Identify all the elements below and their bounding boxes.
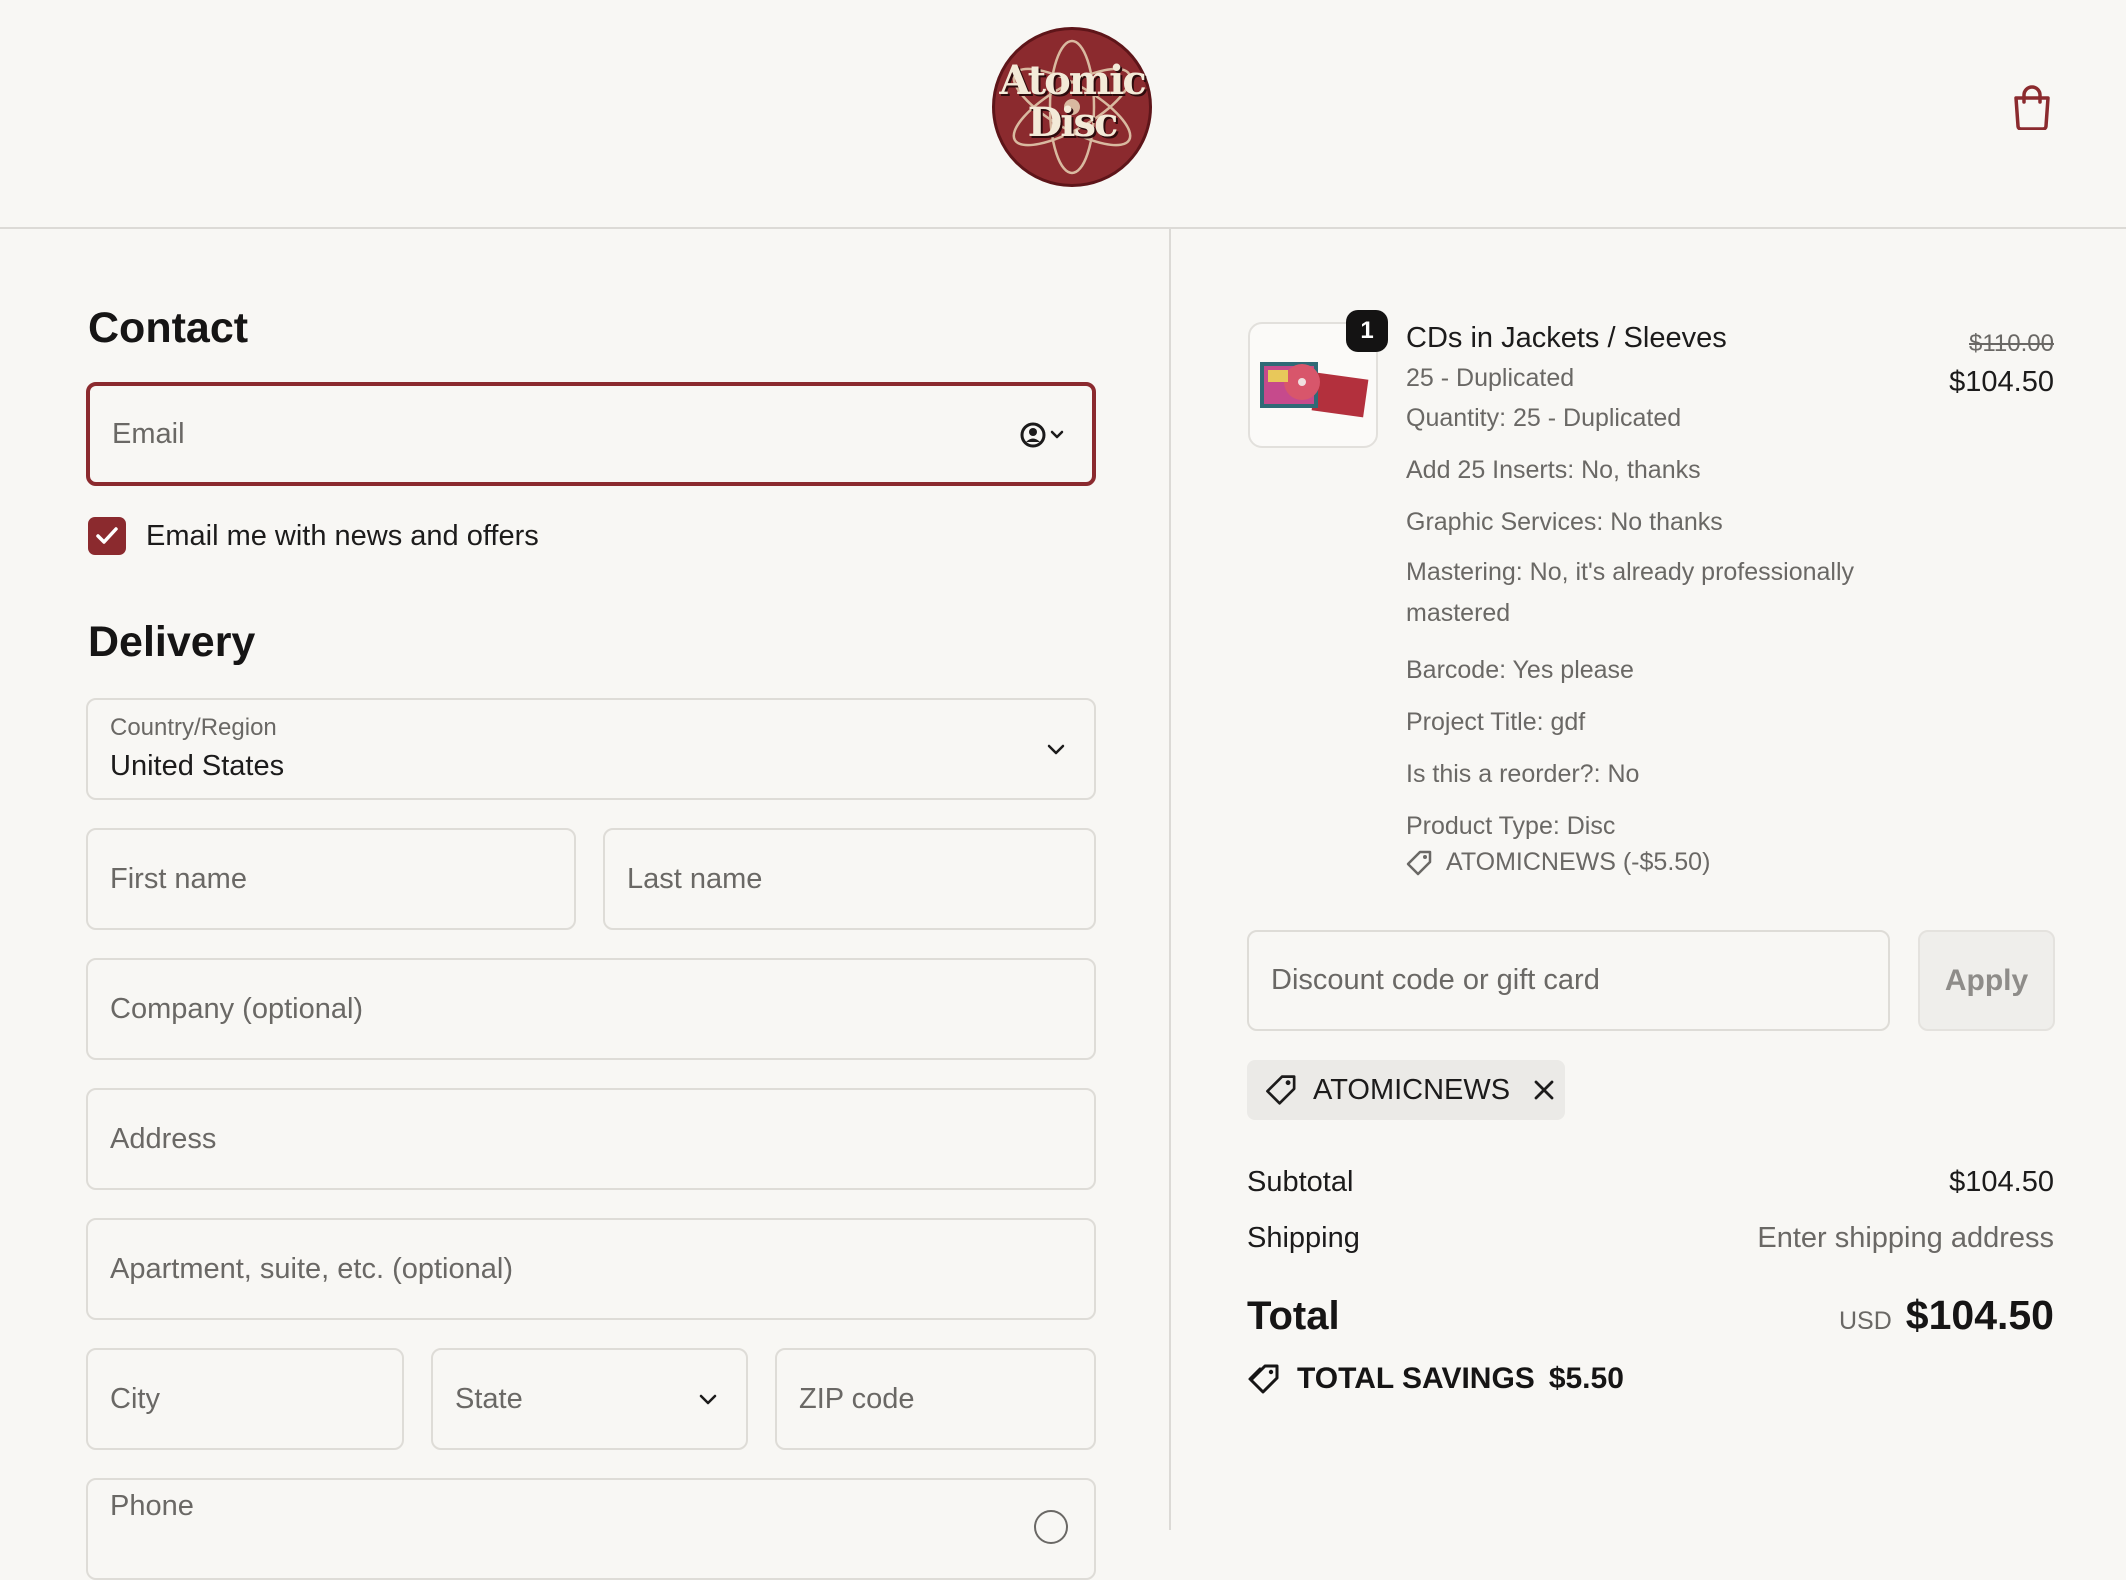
product-variant: 25 - Duplicated [1406, 364, 1575, 392]
chevron-down-icon [1047, 744, 1065, 755]
discount-code-input[interactable]: Discount code or gift card [1247, 930, 1890, 1031]
apply-discount-button[interactable]: Apply [1918, 930, 2055, 1031]
email-placeholder: Email [112, 417, 185, 450]
chevron-down-icon [699, 1394, 717, 1405]
last-name-placeholder: Last name [627, 862, 763, 895]
total-amount: USD $104.50 [1839, 1292, 2054, 1339]
shipping-value: Enter shipping address [1757, 1222, 2054, 1254]
help-icon[interactable] [1034, 1510, 1068, 1544]
checkmark-icon [96, 527, 118, 544]
email-field[interactable]: Email [86, 382, 1096, 486]
subtotal-label: Subtotal [1247, 1166, 1354, 1198]
total-currency: USD [1838, 1307, 1892, 1335]
savings-tags-icon [1248, 1364, 1279, 1394]
product-option: Product Type: Disc [1406, 812, 1616, 840]
applied-discount-chip: ATOMICNEWS [1247, 1060, 1565, 1120]
first-name-field[interactable]: First name [86, 828, 576, 930]
country-value: United States [110, 750, 285, 782]
remove-discount-icon[interactable] [1532, 1078, 1556, 1102]
total-label: Total [1247, 1294, 1340, 1338]
item-discount-text: ATOMICNEWS (-$5.50) [1446, 848, 1711, 876]
state-select[interactable]: State [431, 1348, 748, 1450]
delivery-heading: Delivery [88, 618, 256, 666]
zip-code-placeholder: ZIP code [799, 1382, 915, 1415]
logo-text-line1: Atomic [999, 57, 1146, 104]
item-price: $104.50 [1949, 366, 2054, 398]
phone-field[interactable]: Phone [86, 1478, 1096, 1580]
atomic-disc-logo[interactable]: Atomic Disc [992, 27, 1152, 187]
product-option: Add 25 Inserts: No, thanks [1406, 456, 1701, 484]
header: Atomic Disc [0, 0, 2126, 229]
country-select[interactable]: Country/Region United States [86, 698, 1096, 800]
apartment-placeholder: Apartment, suite, etc. (optional) [110, 1252, 513, 1285]
applied-discount-code: ATOMICNEWS [1313, 1073, 1511, 1106]
product-option: Quantity: 25 - Duplicated [1406, 404, 1682, 432]
total-savings-value: $5.50 [1548, 1362, 1624, 1395]
subtotal-value: $104.50 [1949, 1166, 2054, 1198]
phone-placeholder: Phone [110, 1489, 194, 1522]
address-placeholder: Address [110, 1122, 217, 1155]
product-option: Mastering: No, it's already professional… [1406, 558, 1855, 627]
logo-text-line2: Disc [1027, 99, 1119, 146]
company-placeholder: Company (optional) [110, 992, 364, 1025]
apartment-field[interactable]: Apartment, suite, etc. (optional) [86, 1218, 1096, 1320]
total-savings: TOTAL SAVINGS $5.50 [1247, 1362, 1624, 1396]
product-title: CDs in Jackets / Sleeves [1406, 322, 1727, 354]
address-field[interactable]: Address [86, 1088, 1096, 1190]
item-discount-line: ATOMICNEWS (-$5.50) [1406, 848, 1710, 877]
newsletter-label: Email me with news and offers [146, 519, 539, 552]
state-placeholder: State [455, 1382, 523, 1415]
quantity-badge: 1 [1346, 310, 1388, 352]
total-savings-label: TOTAL SAVINGS [1297, 1362, 1535, 1395]
account-autofill-icon[interactable] [1020, 420, 1066, 450]
zip-code-field[interactable]: ZIP code [775, 1348, 1096, 1450]
country-label: Country/Region [110, 714, 277, 741]
shipping-label: Shipping [1247, 1222, 1360, 1254]
product-option: Project Title: gdf [1406, 708, 1586, 736]
discount-code-placeholder: Discount code or gift card [1271, 964, 1600, 996]
newsletter-checkbox[interactable] [88, 517, 126, 555]
product-option: Is this a reorder?: No [1406, 760, 1640, 788]
discount-tag-icon [1266, 1075, 1296, 1105]
last-name-field[interactable]: Last name [603, 828, 1096, 930]
product-option: Graphic Services: No thanks [1406, 508, 1723, 536]
contact-heading: Contact [88, 304, 249, 352]
newsletter-checkbox-row[interactable]: Email me with news and offers [88, 514, 539, 558]
shopping-bag-icon[interactable] [2010, 84, 2054, 130]
first-name-placeholder: First name [110, 862, 247, 895]
company-field[interactable]: Company (optional) [86, 958, 1096, 1060]
product-option: Barcode: Yes please [1406, 656, 1634, 684]
total-value: $104.50 [1905, 1292, 2054, 1338]
original-price: $110.00 [1969, 330, 2054, 357]
column-divider [1169, 229, 1171, 1530]
discount-tag-icon [1406, 850, 1432, 875]
